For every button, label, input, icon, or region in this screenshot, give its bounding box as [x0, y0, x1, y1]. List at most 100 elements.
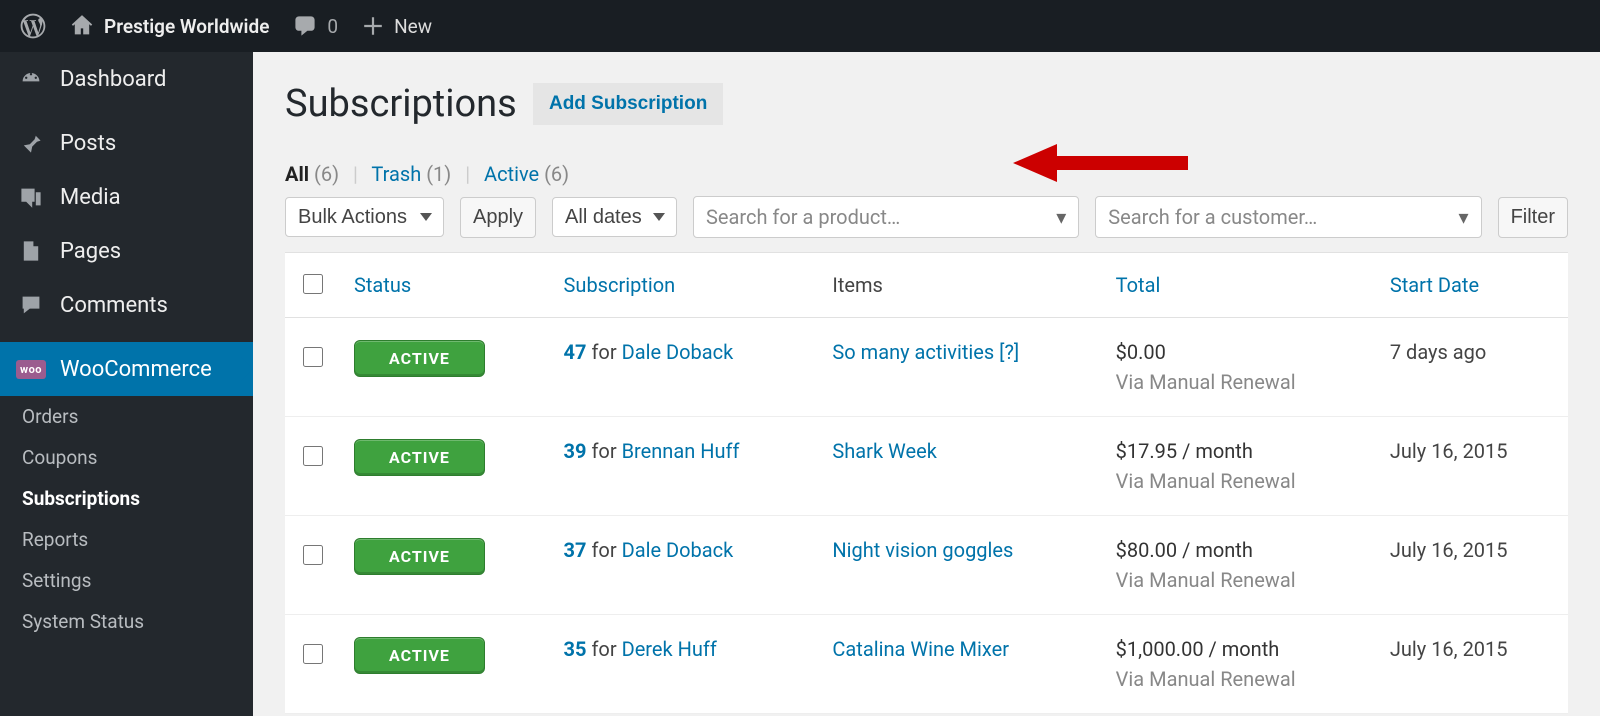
start-date: July 16, 2015	[1376, 516, 1568, 615]
customer-link[interactable]: Dale Doback	[622, 538, 734, 562]
row-checkbox[interactable]	[303, 644, 323, 664]
total-value: $80.00 / month	[1116, 538, 1362, 562]
wordpress-icon	[20, 13, 46, 39]
row-checkbox[interactable]	[303, 446, 323, 466]
filter-all[interactable]: All	[285, 162, 309, 186]
sidebar-item-posts[interactable]: Posts	[0, 116, 253, 170]
status-badge: ACTIVE	[354, 439, 485, 476]
customer-link[interactable]: Derek Huff	[622, 637, 717, 661]
for-text: for	[591, 340, 616, 364]
table-header-row: Status Subscription Items Total Start Da…	[285, 253, 1568, 318]
sidebar-sub-system-status[interactable]: System Status	[0, 601, 253, 642]
comments-count: 0	[327, 15, 338, 38]
bulk-actions-select[interactable]: Bulk Actions	[285, 197, 444, 237]
sidebar-label: WooCommerce	[60, 357, 212, 382]
for-text: for	[591, 439, 616, 463]
sidebar-item-media[interactable]: Media	[0, 170, 253, 224]
start-date: July 16, 2015	[1376, 417, 1568, 516]
total-value: $0.00	[1116, 340, 1362, 364]
wp-logo[interactable]	[8, 0, 58, 52]
admin-bar: Prestige Worldwide 0 New	[0, 0, 1600, 52]
row-checkbox[interactable]	[303, 347, 323, 367]
col-subscription[interactable]: Subscription	[550, 253, 819, 318]
subscription-id-link[interactable]: 39	[564, 439, 587, 463]
content-area: Subscriptions Add Subscription All (6) |…	[253, 52, 1600, 716]
for-text: for	[591, 637, 616, 661]
sidebar-label: Posts	[60, 131, 116, 156]
dashboard-icon	[18, 66, 44, 92]
row-checkbox[interactable]	[303, 545, 323, 565]
sidebar-sub-coupons[interactable]: Coupons	[0, 437, 253, 478]
table-row: ACTIVE37 for Dale DobackNight vision gog…	[285, 516, 1568, 615]
subscription-id-link[interactable]: 37	[564, 538, 587, 562]
customer-link[interactable]: Brennan Huff	[622, 439, 740, 463]
sidebar-item-pages[interactable]: Pages	[0, 224, 253, 278]
add-subscription-button[interactable]: Add Subscription	[533, 83, 723, 125]
col-start-date[interactable]: Start Date	[1376, 253, 1568, 318]
payment-via: Via Manual Renewal	[1116, 469, 1362, 493]
date-filter-select[interactable]: All dates	[552, 197, 677, 237]
select-all-checkbox[interactable]	[303, 274, 323, 294]
sidebar-sub-settings[interactable]: Settings	[0, 560, 253, 601]
sidebar-sub-orders[interactable]: Orders	[0, 396, 253, 437]
product-search[interactable]: Search for a product… ▾	[693, 196, 1079, 238]
sidebar-sub-subscriptions[interactable]: Subscriptions	[0, 478, 253, 519]
apply-button[interactable]: Apply	[460, 197, 536, 238]
status-badge: ACTIVE	[354, 637, 485, 674]
total-value: $17.95 / month	[1116, 439, 1362, 463]
items-link[interactable]: Night vision goggles	[832, 538, 1013, 562]
sidebar-label: Dashboard	[60, 67, 166, 92]
table-row: ACTIVE 47 for Dale Doback So many activiti…	[285, 318, 1568, 417]
sidebar-label: Media	[60, 185, 121, 210]
table-row: ACTIVE 39 for Brennan Huff Shark Week $17.9…	[285, 417, 1568, 516]
items-link[interactable]: Shark Week	[832, 439, 936, 463]
woocommerce-icon: woo	[18, 356, 44, 382]
sidebar-item-dashboard[interactable]: Dashboard	[0, 52, 253, 106]
sidebar-sub-reports[interactable]: Reports	[0, 519, 253, 560]
sidebar-item-comments[interactable]: Comments	[0, 278, 253, 332]
filter-trash-count: (1)	[426, 162, 451, 186]
start-date: July 16, 2015	[1376, 615, 1568, 714]
filter-trash[interactable]: Trash	[371, 162, 421, 186]
sidebar-label: Comments	[60, 293, 168, 318]
new-link[interactable]: New	[350, 0, 444, 52]
customer-search-placeholder: Search for a customer…	[1108, 205, 1317, 229]
sidebar-item-woocommerce[interactable]: woo WooCommerce	[0, 342, 253, 396]
home-icon	[70, 14, 94, 38]
status-filters: All (6) | Trash (1) | Active (6)	[285, 162, 1568, 186]
filter-all-count: (6)	[314, 162, 339, 186]
plus-icon	[362, 15, 384, 37]
site-title: Prestige Worldwide	[104, 15, 269, 38]
subscription-id-link[interactable]: 35	[564, 637, 587, 661]
filter-button[interactable]: Filter	[1498, 197, 1568, 238]
payment-via: Via Manual Renewal	[1116, 568, 1362, 592]
comments-link[interactable]: 0	[281, 0, 350, 52]
payment-via: Via Manual Renewal	[1116, 667, 1362, 691]
comments-icon	[18, 292, 44, 318]
sidebar-label: Pages	[60, 239, 121, 264]
new-label: New	[394, 15, 432, 38]
comment-icon	[293, 14, 317, 38]
customer-search[interactable]: Search for a customer… ▾	[1095, 196, 1481, 238]
filter-active[interactable]: Active	[484, 162, 539, 186]
items-link[interactable]: So many activities [?]	[832, 340, 1019, 364]
table-nav: Bulk Actions Apply All dates Search for …	[285, 196, 1568, 238]
chevron-down-icon: ▾	[1459, 205, 1469, 229]
media-icon	[18, 184, 44, 210]
pin-icon	[18, 130, 44, 156]
subscriptions-table: Status Subscription Items Total Start Da…	[285, 252, 1568, 714]
col-status[interactable]: Status	[340, 253, 550, 318]
subscription-id-link[interactable]: 47	[564, 340, 587, 364]
filter-active-count: (6)	[544, 162, 569, 186]
payment-via: Via Manual Renewal	[1116, 370, 1362, 394]
chevron-down-icon: ▾	[1056, 205, 1066, 229]
col-total[interactable]: Total	[1102, 253, 1376, 318]
product-search-placeholder: Search for a product…	[706, 205, 900, 229]
table-row: ACTIVE 35 for Derek Huff Catalina Wine Mix…	[285, 615, 1568, 714]
customer-link[interactable]: Dale Doback	[622, 340, 734, 364]
status-badge: ACTIVE	[354, 340, 485, 377]
total-value: $1,000.00 / month	[1116, 637, 1362, 661]
status-badge: ACTIVE	[354, 538, 485, 575]
items-link[interactable]: Catalina Wine Mixer	[832, 637, 1009, 661]
site-link[interactable]: Prestige Worldwide	[58, 0, 281, 52]
